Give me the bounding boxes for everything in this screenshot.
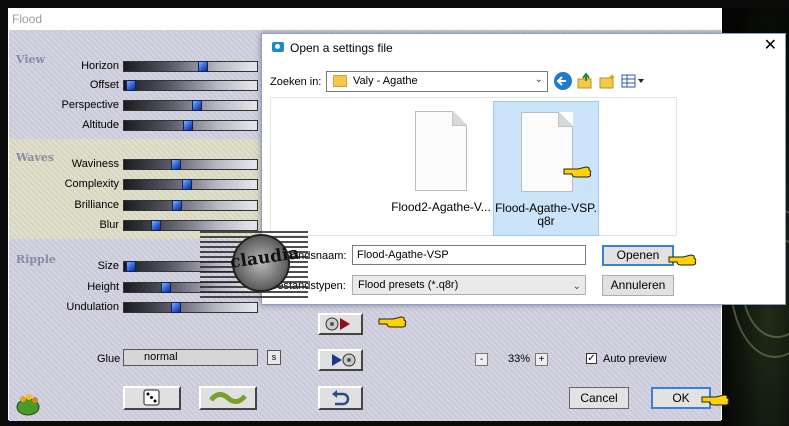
slider-label: Waviness [71, 158, 119, 170]
slider-thumb[interactable] [192, 100, 202, 111]
file-item[interactable]: Flood2-Agathe-V... [388, 101, 494, 236]
slider-track[interactable] [123, 120, 258, 131]
glue-mode-select[interactable]: normal [123, 349, 258, 366]
slider-row: Altitude [9, 119, 259, 133]
look-in-label: Zoeken in: [270, 76, 322, 88]
file-type-dropdown[interactable]: Flood presets (*.q8r) ⌄ [352, 275, 586, 295]
slider-thumb[interactable] [172, 200, 182, 211]
open-settings-dialog: Open a settings file ✕ Zoeken in: Valy -… [261, 33, 786, 305]
slider-thumb[interactable] [161, 282, 171, 293]
up-folder-icon[interactable] [576, 72, 594, 90]
slider-thumb[interactable] [182, 179, 192, 190]
load-preset-button[interactable] [318, 313, 363, 335]
slider-thumb[interactable] [171, 159, 181, 170]
pointing-hand-icon [378, 316, 407, 328]
chevron-down-icon: ⌄ [534, 74, 543, 85]
dice-icon [143, 389, 160, 406]
zoom-out-button[interactable]: - [475, 353, 488, 366]
slider-track[interactable] [123, 302, 258, 313]
slider-row: Perspective [9, 99, 259, 113]
look-in-dropdown[interactable]: Valy - Agathe ⌄ [326, 71, 548, 92]
slider-row: Horizon [9, 60, 259, 74]
slider-row: Offset [9, 79, 259, 93]
slider-label: Brilliance [74, 199, 119, 211]
slider-row: Complexity [9, 178, 259, 192]
slider-thumb[interactable] [126, 261, 136, 272]
slider-track[interactable] [123, 80, 258, 91]
randomize-button[interactable] [123, 386, 181, 410]
document-icon [521, 112, 573, 192]
window-title: Flood [9, 9, 721, 31]
slider-row: Brilliance [9, 199, 259, 213]
slider-row: Waviness [9, 158, 259, 172]
slider-label: Horizon [81, 60, 119, 72]
auto-preview-checkbox[interactable]: ✓ [586, 353, 597, 364]
chevron-down-icon: ⌄ [572, 281, 581, 292]
slider-label: Altitude [82, 119, 119, 131]
slider-thumb[interactable] [171, 302, 181, 313]
zoom-in-button[interactable]: + [535, 353, 548, 366]
slider-track[interactable] [123, 61, 258, 72]
load-disk-icon [325, 317, 350, 331]
slider-label: Offset [89, 79, 119, 91]
file-list: Flood2-Agathe-V... Flood-Agathe-VSP. q8r [270, 97, 677, 236]
slider-thumb[interactable] [183, 120, 193, 131]
file-name-input[interactable]: Flood-Agathe-VSP [352, 245, 586, 265]
slider-thumb[interactable] [151, 220, 161, 231]
save-disk-icon [332, 353, 356, 367]
pointing-hand-icon [668, 254, 697, 266]
slider-label: Undulation [66, 301, 119, 313]
slider-label: Blur [99, 219, 119, 231]
slider-label: Complexity [64, 178, 119, 190]
cancel-button[interactable]: Cancel [569, 387, 629, 409]
pointing-hand-icon [701, 394, 730, 406]
back-icon[interactable] [554, 72, 572, 90]
slider-label: Perspective [61, 99, 119, 111]
zoom-level: 33% [508, 353, 531, 365]
slider-label: Height [87, 281, 119, 293]
slider-row: Undulation [9, 301, 259, 315]
view-menu-icon[interactable] [620, 72, 646, 90]
camera-icon [272, 42, 284, 52]
undo-icon [332, 390, 350, 406]
pointing-hand-icon [563, 166, 592, 178]
slider-track[interactable] [123, 159, 258, 170]
folder-icon [333, 75, 347, 87]
slider-track[interactable] [123, 179, 258, 190]
wave-icon [209, 392, 247, 404]
slider-thumb[interactable] [198, 61, 208, 72]
open-button[interactable]: Openen [602, 245, 674, 266]
dialog-title: Open a settings file [290, 41, 393, 55]
slider-label: Size [97, 260, 119, 272]
auto-preview-label: Auto preview [603, 353, 667, 365]
annuleren-button[interactable]: Annuleren [602, 275, 674, 296]
file-name: Flood2-Agathe-V... [391, 200, 491, 214]
new-folder-icon[interactable] [598, 72, 616, 90]
watermark: claudia [200, 228, 308, 298]
flood-logo-icon [16, 394, 40, 416]
save-preset-button[interactable] [318, 349, 363, 371]
slider-track[interactable] [123, 100, 258, 111]
undo-button[interactable] [318, 386, 363, 410]
file-name: Flood-Agathe-VSP. q8r [495, 201, 597, 228]
document-icon [415, 111, 467, 191]
close-icon[interactable]: ✕ [764, 37, 777, 55]
glue-toggle-button[interactable]: s [267, 350, 281, 365]
slider-track[interactable] [123, 200, 258, 211]
glue-label: Glue [97, 353, 121, 365]
slider-thumb[interactable] [126, 80, 136, 91]
look-in-value: Valy - Agathe [353, 75, 418, 87]
file-type-value: Flood presets (*.q8r) [358, 279, 459, 291]
reset-waves-button[interactable] [199, 386, 257, 410]
